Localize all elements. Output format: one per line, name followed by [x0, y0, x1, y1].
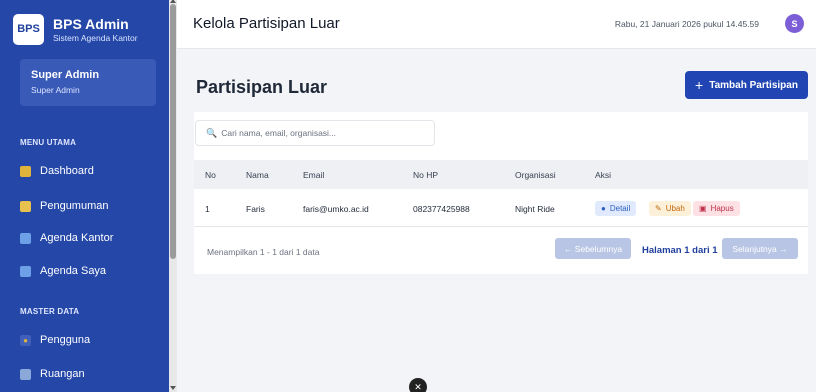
- search-icon: 🔍: [206, 127, 218, 138]
- cell-organisasi: Night Ride: [515, 204, 555, 214]
- search-input[interactable]: [221, 128, 422, 138]
- column-header-nohp: No HP: [413, 170, 439, 180]
- column-header-organisasi: Organisasi: [515, 170, 556, 180]
- top-bar: Kelola Partisipan Luar Rabu, 21 Januari …: [177, 0, 816, 49]
- cell-no: 1: [205, 204, 210, 214]
- user-name: Super Admin: [31, 69, 100, 81]
- table-header: No Nama Email No HP Organisasi Aksi: [194, 160, 808, 189]
- user-card[interactable]: Super Admin Super Admin: [20, 59, 156, 106]
- page-title: Partisipan Luar: [196, 77, 328, 97]
- scroll-down-arrow-icon[interactable]: [170, 386, 176, 390]
- close-icon[interactable]: ✕: [409, 378, 427, 392]
- brand-title: BPS Admin: [53, 15, 129, 32]
- column-header-nama: Nama: [246, 170, 269, 180]
- next-page-button[interactable]: Selanjutnya →: [722, 238, 798, 259]
- sidebar-scrollbar[interactable]: [169, 0, 177, 392]
- calendar-icon: [20, 265, 31, 277]
- page-header-title: Kelola Partisipan Luar: [193, 15, 340, 32]
- previous-page-button[interactable]: ← Sebelumnya: [555, 238, 631, 259]
- add-participant-button[interactable]: + Tambah Partisipan: [685, 71, 808, 99]
- page-indicator: Halaman 1 dari 1: [642, 245, 718, 256]
- sidebar-item-label: Dashboard: [40, 165, 94, 177]
- cell-email: faris@umko.ac.id: [303, 204, 369, 214]
- sidebar-item-ruangan[interactable]: Ruangan: [20, 364, 85, 384]
- sidebar-item-dashboard[interactable]: Dashboard: [20, 161, 94, 181]
- user-role: Super Admin: [31, 85, 80, 95]
- dashboard-icon: [20, 165, 31, 177]
- edit-button[interactable]: ✎ Ubah: [649, 201, 691, 216]
- sidebar-item-label: Agenda Saya: [40, 265, 107, 277]
- delete-button[interactable]: ▣ Hapus: [693, 201, 740, 216]
- sidebar-item-label: Pengumuman: [40, 200, 109, 212]
- sidebar-item-label: Ruangan: [40, 368, 85, 380]
- sidebar-item-agenda-saya[interactable]: Agenda Saya: [20, 261, 106, 281]
- scroll-up-arrow-icon[interactable]: [170, 0, 176, 3]
- eye-icon: ●: [601, 204, 606, 213]
- trash-icon: ▣: [699, 204, 707, 213]
- sidebar-item-pengguna[interactable]: ● Pengguna: [20, 330, 90, 350]
- building-icon: [20, 368, 31, 380]
- users-icon: ●: [20, 334, 31, 346]
- brand-logo: BPS: [13, 13, 44, 45]
- pagination-info: Menampilkan 1 - 1 dari 1 data: [207, 247, 320, 257]
- sidebar-item-label: Agenda Kantor: [40, 232, 114, 244]
- plus-icon: +: [695, 77, 704, 93]
- calendar-icon: [20, 232, 31, 244]
- brand-subtitle: Sistem Agenda Kantor: [53, 32, 138, 43]
- detail-button[interactable]: ● Detail: [595, 201, 637, 216]
- detail-label: Detail: [609, 204, 631, 213]
- edit-label: Ubah: [665, 204, 685, 213]
- section-title-main: MENU UTAMA: [20, 138, 77, 147]
- column-header-aksi: Aksi: [595, 170, 612, 180]
- column-header-email: Email: [303, 170, 325, 180]
- pencil-icon: ✎: [655, 204, 662, 213]
- brand[interactable]: BPS BPS Admin Sistem Agenda Kantor: [0, 0, 169, 50]
- search-box[interactable]: 🔍: [195, 120, 435, 146]
- sidebar-item-pengumuman[interactable]: Pengumuman: [20, 196, 109, 216]
- sidebar-item-label: Pengguna: [40, 334, 91, 346]
- delete-label: Hapus: [710, 204, 734, 213]
- sidebar: BPS BPS Admin Sistem Agenda Kantor Super…: [0, 0, 169, 392]
- column-header-no: No: [205, 170, 216, 180]
- cell-nama: Faris: [246, 204, 265, 214]
- section-title-master: MASTER DATA: [20, 307, 80, 316]
- sidebar-item-agenda-kantor[interactable]: Agenda Kantor: [20, 228, 113, 248]
- table-row: 1 Faris faris@umko.ac.id 082377425988 Ni…: [194, 189, 808, 227]
- scroll-thumb[interactable]: [170, 4, 176, 259]
- announcement-icon: [20, 200, 31, 212]
- cell-nohp: 082377425988: [413, 204, 470, 214]
- avatar[interactable]: S: [785, 14, 804, 33]
- add-participant-label: Tambah Partisipan: [709, 79, 798, 91]
- current-datetime: Rabu, 21 Januari 2026 pukul 14.45.59: [614, 19, 759, 29]
